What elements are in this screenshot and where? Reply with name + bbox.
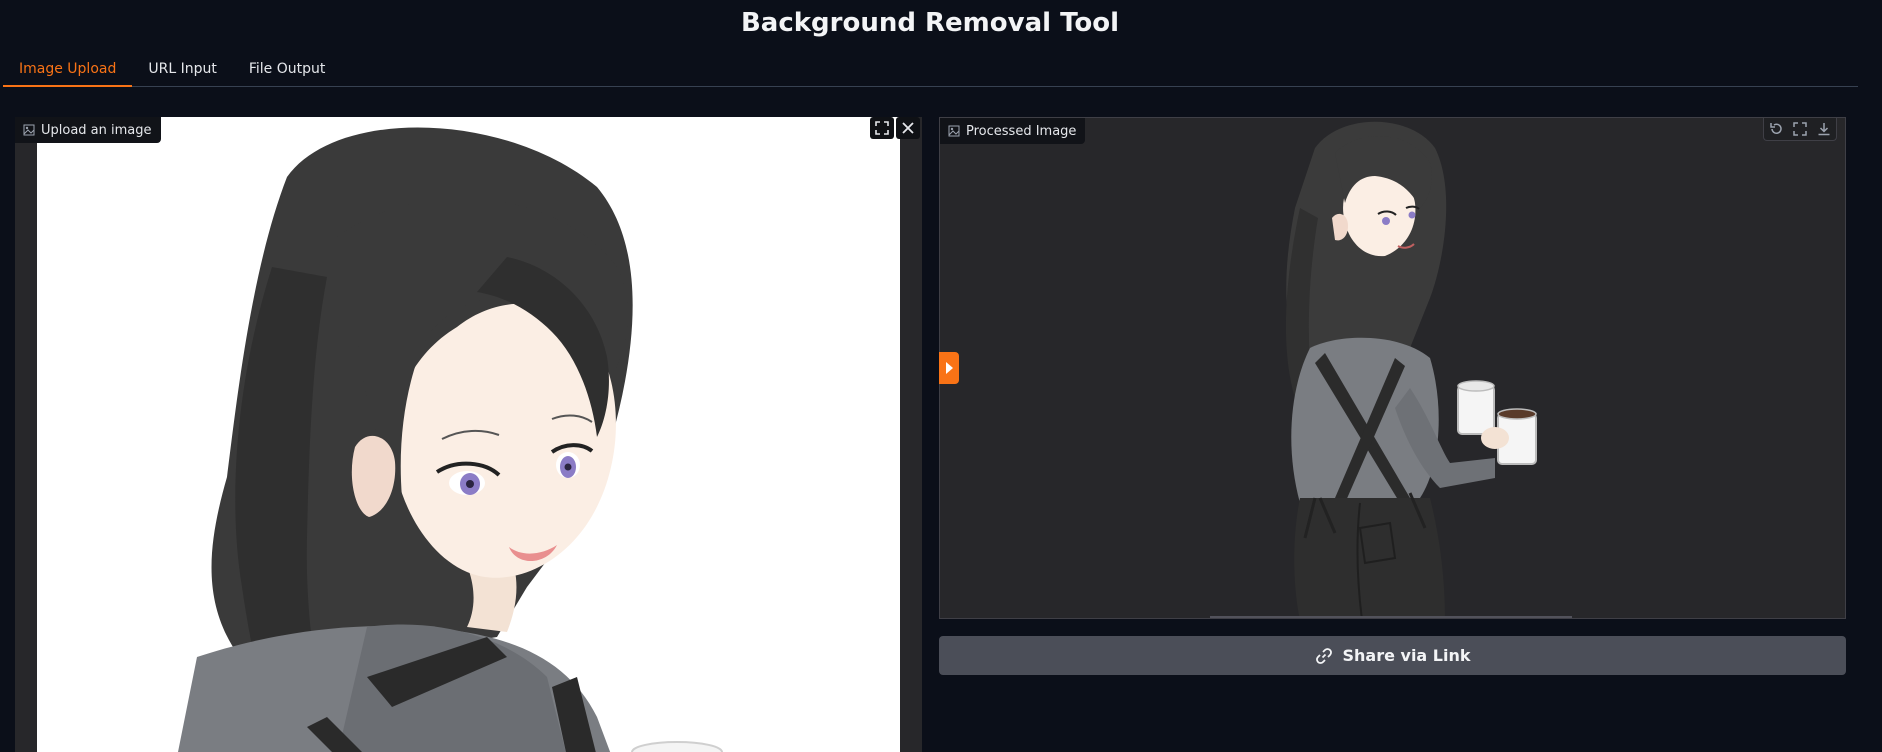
input-image[interactable] [37,117,900,752]
output-panel-label: Processed Image [940,118,1086,144]
undo-icon [1770,123,1782,134]
output-image-panel[interactable]: Processed Image [939,117,1846,619]
fullscreen-button[interactable] [870,117,894,139]
share-via-link-button[interactable]: Share via Link [939,636,1846,675]
tab-file-output[interactable]: File Output [233,58,342,85]
download-button[interactable] [1812,118,1836,140]
undo-button[interactable] [1764,118,1788,140]
tab-bar: Image Upload URL Input File Output [3,58,1858,87]
image-icon [23,124,35,136]
input-illustration [37,117,900,752]
image-scroll-indicator [1210,616,1572,618]
play-arrow-icon [946,362,953,374]
input-panel-label: Upload an image [15,117,161,143]
input-panel-label-text: Upload an image [41,122,152,138]
fullscreen-icon [1793,122,1807,136]
page-title: Background Removal Tool [740,8,1120,38]
close-icon [902,122,914,134]
output-panel-tools [1763,118,1837,141]
fullscreen-button[interactable] [1788,118,1812,140]
image-icon [948,125,960,137]
expand-handle-button[interactable] [939,352,959,384]
download-icon [1818,123,1830,136]
tab-image-upload[interactable]: Image Upload [3,58,133,87]
link-icon [1316,647,1333,664]
fullscreen-icon [875,121,889,135]
input-panel-tools [870,117,920,139]
share-button-label: Share via Link [1342,646,1471,665]
close-button[interactable] [896,117,920,139]
input-image-panel[interactable]: Upload an image [15,117,922,752]
output-panel-label-text: Processed Image [966,123,1077,139]
output-illustration [940,118,1845,618]
tab-url-input[interactable]: URL Input [132,58,232,85]
app-root: Background Removal Tool Image Upload URL… [0,0,1882,752]
